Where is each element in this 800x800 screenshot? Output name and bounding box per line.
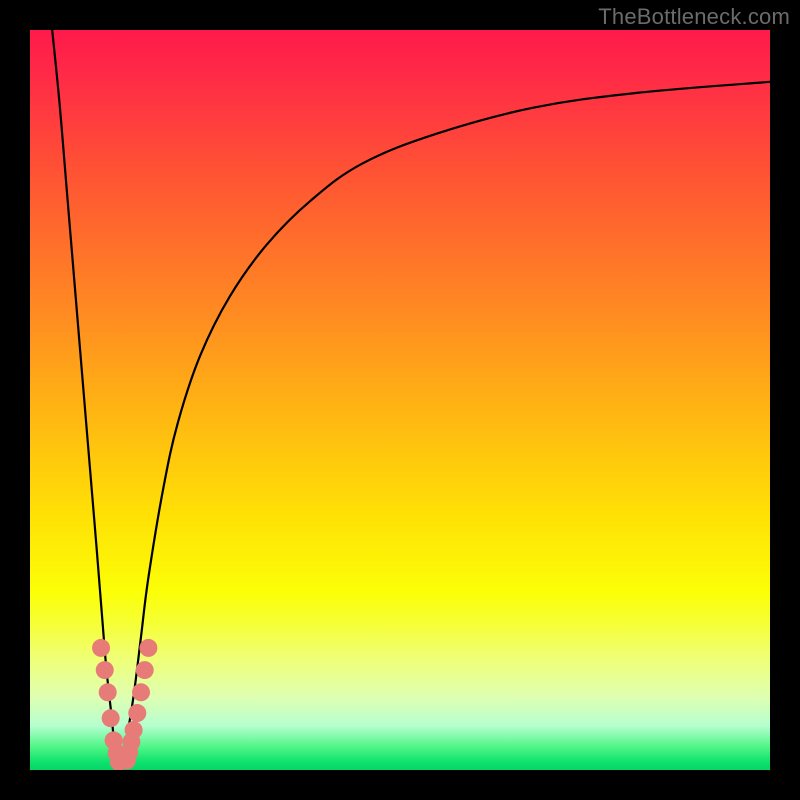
plot-area <box>30 30 770 770</box>
background-gradient <box>30 30 770 770</box>
chart-frame: TheBottleneck.com <box>0 0 800 800</box>
watermark-text: TheBottleneck.com <box>598 4 790 30</box>
